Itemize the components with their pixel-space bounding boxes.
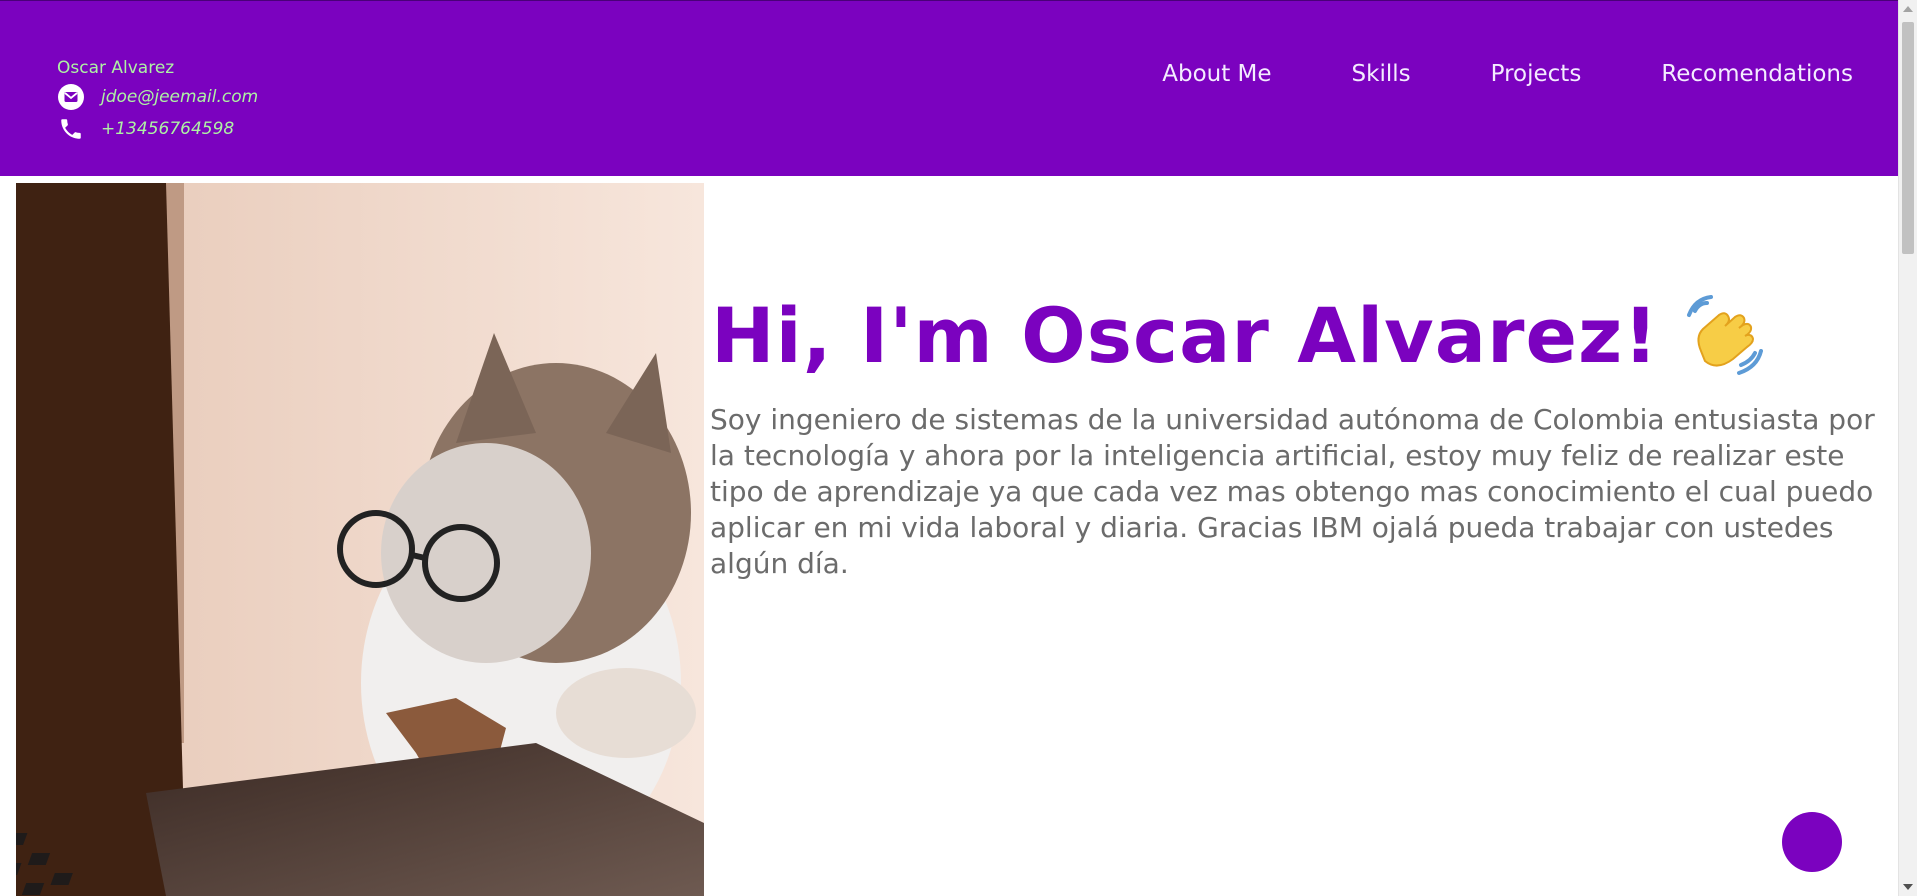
- contact-block: Oscar Alvarez jdoe@jeemail.com +13456764…: [57, 57, 258, 143]
- envelope-icon: [57, 83, 85, 111]
- phone-icon: [57, 115, 85, 143]
- scrollbar-thumb[interactable]: [1902, 22, 1914, 254]
- header-name: Oscar Alvarez: [57, 58, 175, 78]
- email-text[interactable]: jdoe@jeemail.com: [101, 87, 258, 107]
- vertical-scrollbar[interactable]: [1898, 0, 1917, 896]
- phone-text[interactable]: +13456764598: [101, 119, 234, 139]
- phone-row[interactable]: +13456764598: [57, 115, 258, 143]
- nav-projects[interactable]: Projects: [1491, 57, 1582, 91]
- title-text: Hi, I'm Oscar Alvarez!: [711, 291, 1659, 380]
- nav-recomendations[interactable]: Recomendations: [1661, 57, 1853, 91]
- email-row[interactable]: jdoe@jeemail.com: [57, 83, 258, 111]
- main-nav: About Me Skills Projects Recomendations: [1082, 57, 1853, 91]
- nav-about-me[interactable]: About Me: [1162, 57, 1271, 91]
- waving-hand-icon: [1681, 295, 1763, 377]
- scroll-down-arrow-icon[interactable]: [1903, 884, 1913, 890]
- scroll-up-arrow-icon[interactable]: [1903, 6, 1913, 12]
- bio-paragraph: Soy ingeniero de sistemas de la universi…: [710, 403, 1875, 580]
- profile-image: [16, 183, 704, 896]
- floating-action-button[interactable]: [1782, 812, 1842, 872]
- page-title: Hi, I'm Oscar Alvarez!: [711, 286, 1763, 386]
- site-header: Oscar Alvarez jdoe@jeemail.com +13456764…: [0, 0, 1898, 176]
- nav-skills[interactable]: Skills: [1352, 57, 1411, 91]
